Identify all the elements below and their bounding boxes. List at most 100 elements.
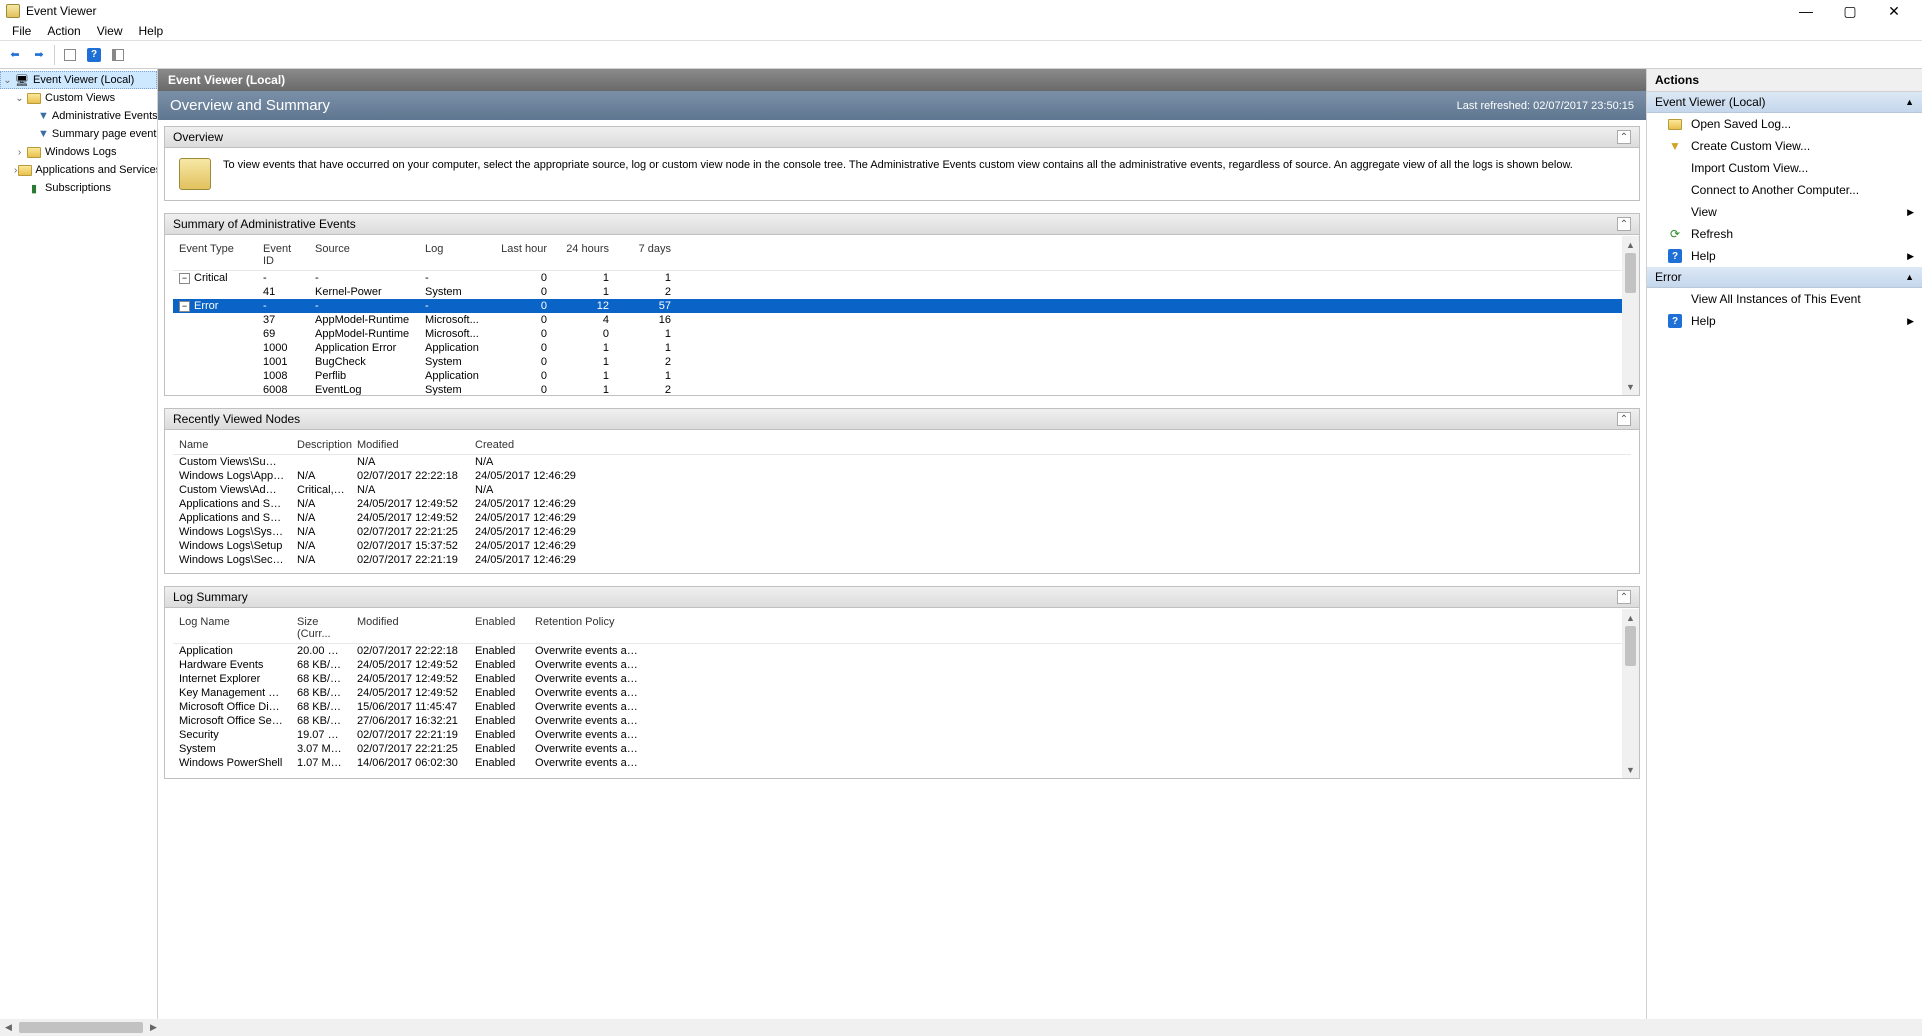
table-row[interactable]: Windows Logs\Applicati...N/A02/07/2017 2… xyxy=(173,469,1631,483)
col-enabled[interactable]: Enabled xyxy=(469,613,529,643)
action-item[interactable]: Connect to Another Computer... xyxy=(1647,179,1922,201)
scroll-track[interactable] xyxy=(1622,293,1639,378)
collapse-icon[interactable]: ⌃ xyxy=(1617,412,1631,426)
action-item[interactable]: ?Help▶ xyxy=(1647,310,1922,332)
log-summary-header[interactable]: Log Summary ⌃ xyxy=(165,587,1639,608)
expand-toggle[interactable]: − xyxy=(179,301,190,312)
table-row[interactable]: 1001BugCheckSystem012 xyxy=(173,355,1631,369)
minimize-button[interactable]: — xyxy=(1784,0,1828,22)
table-row[interactable]: 6008EventLogSystem012 xyxy=(173,383,1631,395)
expand-icon[interactable]: › xyxy=(14,165,17,176)
table-row[interactable]: Security19.07 MB/...02/07/2017 22:21:19E… xyxy=(173,728,1631,742)
col-name[interactable]: Name xyxy=(173,436,291,454)
actions-group-eventviewer[interactable]: Event Viewer (Local) ▲ xyxy=(1647,92,1922,113)
col-retention[interactable]: Retention Policy xyxy=(529,613,649,643)
menu-action[interactable]: Action xyxy=(39,22,88,40)
table-row[interactable]: Windows Logs\SetupN/A02/07/2017 15:37:52… xyxy=(173,539,1631,553)
col-24-hours[interactable]: 24 hours xyxy=(553,240,615,270)
help-button[interactable]: ? xyxy=(83,44,105,66)
tree-root[interactable]: ⌄ 🖥 Event Viewer (Local) xyxy=(0,71,157,89)
col-log[interactable]: Log xyxy=(419,240,491,270)
scroll-thumb[interactable] xyxy=(1625,626,1636,666)
show-hide-tree-button[interactable] xyxy=(59,44,81,66)
forward-button[interactable]: ➡ xyxy=(28,44,50,66)
col-event-type[interactable]: Event Type xyxy=(173,240,257,270)
scrollbar[interactable]: ▲ ▼ xyxy=(1622,609,1639,778)
close-button[interactable]: ✕ xyxy=(1872,0,1916,22)
col-last-hour[interactable]: Last hour xyxy=(491,240,553,270)
table-row[interactable]: 1008PerflibApplication011 xyxy=(173,369,1631,383)
tree-custom-views[interactable]: ⌄ Custom Views xyxy=(0,89,157,107)
scroll-up-icon[interactable]: ▲ xyxy=(1622,236,1639,253)
admin-events-header[interactable]: Summary of Administrative Events ⌃ xyxy=(165,214,1639,235)
tree-admin-events[interactable]: ▼ Administrative Events xyxy=(0,107,157,125)
col-log-name[interactable]: Log Name xyxy=(173,613,291,643)
action-item[interactable]: Import Custom View... xyxy=(1647,157,1922,179)
scrollbar[interactable]: ▲ ▼ xyxy=(1622,236,1639,395)
col-source[interactable]: Source xyxy=(309,240,419,270)
table-row[interactable]: Windows Logs\SecurityN/A02/07/2017 22:21… xyxy=(173,553,1631,567)
col-description[interactable]: Description xyxy=(291,436,351,454)
expand-icon[interactable]: › xyxy=(14,147,25,158)
table-row[interactable]: Windows Logs\SystemN/A02/07/2017 22:21:2… xyxy=(173,525,1631,539)
table-row[interactable]: Custom Views\Summary...N/AN/A xyxy=(173,455,1631,469)
table-row[interactable]: Windows PowerShell1.07 MB/1...14/06/2017… xyxy=(173,756,1631,770)
table-row[interactable]: Application20.00 MB/...02/07/2017 22:22:… xyxy=(173,644,1631,658)
actions-group-error[interactable]: Error ▲ xyxy=(1647,267,1922,288)
action-item[interactable]: ▼Create Custom View... xyxy=(1647,135,1922,157)
table-row[interactable]: Applications and Service...N/A24/05/2017… xyxy=(173,497,1631,511)
collapse-icon[interactable]: ⌃ xyxy=(1617,130,1631,144)
scroll-down-icon[interactable]: ▼ xyxy=(1622,761,1639,778)
scroll-right-icon[interactable]: ▶ xyxy=(145,1019,162,1036)
scroll-left-icon[interactable]: ◀ xyxy=(0,1019,17,1036)
table-row[interactable]: Hardware Events68 KB/20 ...24/05/2017 12… xyxy=(173,658,1631,672)
table-row[interactable]: −Error---01257 xyxy=(173,299,1631,313)
expand-icon[interactable]: ⌄ xyxy=(2,75,13,86)
table-row[interactable]: 69AppModel-RuntimeMicrosoft...001 xyxy=(173,327,1631,341)
action-item[interactable]: ?Help▶ xyxy=(1647,245,1922,267)
table-row[interactable]: System3.07 MB/2...02/07/2017 22:21:25Ena… xyxy=(173,742,1631,756)
scroll-thumb[interactable] xyxy=(1625,253,1636,293)
panel-button[interactable] xyxy=(107,44,129,66)
scroll-track[interactable] xyxy=(1622,666,1639,761)
col-created[interactable]: Created xyxy=(469,436,587,454)
table-row[interactable]: Microsoft Office Sessions68 KB/16 ...27/… xyxy=(173,714,1631,728)
action-item[interactable]: View All Instances of This Event xyxy=(1647,288,1922,310)
back-button[interactable]: ⬅ xyxy=(4,44,26,66)
table-row[interactable]: Applications and Service...N/A24/05/2017… xyxy=(173,511,1631,525)
table-row[interactable]: 1000Application ErrorApplication011 xyxy=(173,341,1631,355)
table-row[interactable]: −Critical---011 xyxy=(173,271,1631,285)
table-row[interactable]: Microsoft Office Diagnosti...68 KB/16 ..… xyxy=(173,700,1631,714)
col-size[interactable]: Size (Curr... xyxy=(291,613,351,643)
col-modified[interactable]: Modified xyxy=(351,613,469,643)
tree-windows-logs[interactable]: › Windows Logs xyxy=(0,143,157,161)
tree-subscriptions[interactable]: ▮ Subscriptions xyxy=(0,179,157,197)
tree-summary-events[interactable]: ▼ Summary page events xyxy=(0,125,157,143)
action-item[interactable]: View▶ xyxy=(1647,201,1922,223)
overview-header[interactable]: Overview ⌃ xyxy=(165,127,1639,148)
maximize-button[interactable]: ▢ xyxy=(1828,0,1872,22)
expand-icon[interactable]: ⌄ xyxy=(14,93,25,104)
table-row[interactable]: Key Management Service68 KB/20 ...24/05/… xyxy=(173,686,1631,700)
table-row[interactable]: 37AppModel-RuntimeMicrosoft...0416 xyxy=(173,313,1631,327)
table-row[interactable]: Custom Views\Administr...Critical, Er...… xyxy=(173,483,1631,497)
expand-toggle[interactable]: − xyxy=(179,273,190,284)
menu-help[interactable]: Help xyxy=(131,22,172,40)
table-row[interactable]: 41Kernel-PowerSystem012 xyxy=(173,285,1631,299)
scroll-thumb[interactable] xyxy=(19,1022,143,1033)
collapse-icon[interactable]: ⌃ xyxy=(1617,590,1631,604)
scroll-up-icon[interactable]: ▲ xyxy=(1622,609,1639,626)
collapse-icon[interactable]: ▲ xyxy=(1905,97,1914,107)
col-modified[interactable]: Modified xyxy=(351,436,469,454)
recent-nodes-header[interactable]: Recently Viewed Nodes ⌃ xyxy=(165,409,1639,430)
menu-view[interactable]: View xyxy=(89,22,131,40)
table-row[interactable]: Internet Explorer68 KB/1.0...24/05/2017 … xyxy=(173,672,1631,686)
bottom-scrollbar[interactable]: ◀ ▶ xyxy=(0,1019,1922,1036)
scroll-down-icon[interactable]: ▼ xyxy=(1622,378,1639,395)
action-item[interactable]: ⟳Refresh xyxy=(1647,223,1922,245)
collapse-icon[interactable]: ▲ xyxy=(1905,272,1914,282)
col-7-days[interactable]: 7 days xyxy=(615,240,677,270)
menu-file[interactable]: File xyxy=(4,22,39,40)
col-event-id[interactable]: Event ID xyxy=(257,240,309,270)
collapse-icon[interactable]: ⌃ xyxy=(1617,217,1631,231)
